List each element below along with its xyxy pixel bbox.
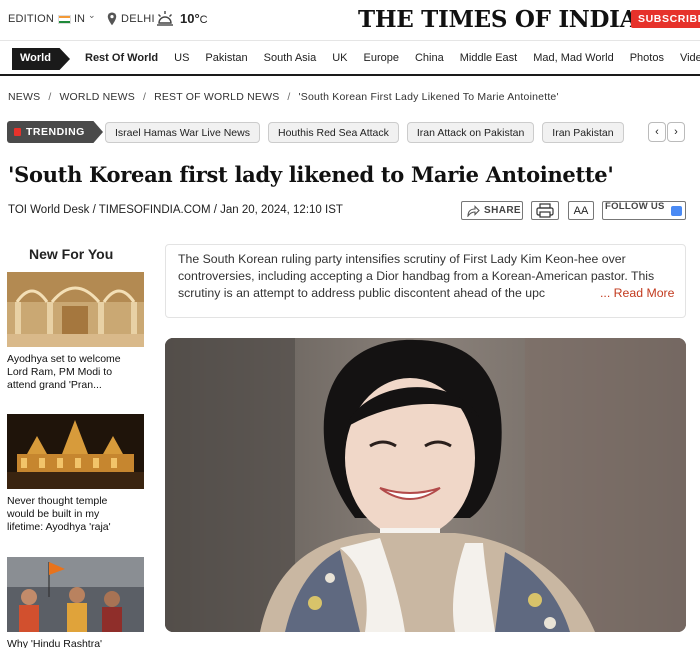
nav-item-middle-east[interactable]: Middle East (460, 52, 517, 64)
site-logo[interactable]: THE TIMES OF INDIA (358, 6, 637, 33)
nav-item-europe[interactable]: Europe (364, 52, 399, 64)
follow-label: FOLLOW US (605, 201, 665, 212)
article-summary: The South Korean ruling party intensifie… (165, 244, 686, 318)
breadcrumb: NEWS / WORLD NEWS / REST OF WORLD NEWS / 'Sout… (8, 91, 559, 103)
nav-items: Rest Of World US Pakistan South Asia UK Europ… (85, 52, 700, 64)
chevron-left-icon[interactable]: ‹ (648, 122, 666, 142)
article-headline: 'South Korean first lady likened to Mari… (8, 162, 614, 187)
nav-item-china[interactable]: China (415, 52, 444, 64)
story-title[interactable]: Ayodhya set to welcome Lord Ram, PM Modi… (7, 353, 137, 392)
google-news-icon (671, 206, 682, 216)
chevron-down-icon[interactable]: ⌄ (88, 10, 96, 21)
article-hero-image[interactable] (165, 338, 686, 632)
read-more-link[interactable]: ... Read More (598, 285, 675, 302)
print-button[interactable] (531, 201, 559, 220)
top-bar: EDITION IN ⌄ DELHI 10°C THE TIMES OF IND… (0, 0, 700, 40)
trending-text: TRENDING (26, 126, 85, 138)
article-byline: TOI World Desk / TIMESOFINDIA.COM / Jan … (8, 204, 343, 216)
section-nav: World Rest Of World US Pakistan South Asia U… (0, 40, 700, 76)
share-button[interactable]: SHARE (461, 201, 523, 220)
sidebar-story[interactable]: Never thought temple would be built in m… (7, 414, 144, 534)
story-thumbnail[interactable] (7, 414, 144, 489)
temperature: 10°C (180, 11, 208, 26)
story-title[interactable]: Why 'Hindu Rashtra' (7, 638, 137, 648)
chevron-right-icon[interactable]: › (667, 122, 685, 142)
india-flag-icon[interactable] (58, 15, 71, 24)
breadcrumb-world-news[interactable]: WORLD NEWS (59, 91, 135, 103)
sidebar-story[interactable]: Why 'Hindu Rashtra' (7, 557, 144, 648)
nav-item-photos[interactable]: Photos (630, 52, 664, 64)
breadcrumb-news[interactable]: NEWS (8, 91, 40, 103)
font-size-button[interactable]: AA (568, 201, 594, 220)
follow-us-button[interactable]: FOLLOW US (602, 201, 686, 220)
trending-pill[interactable]: Houthis Red Sea Attack (267, 122, 399, 143)
location-pin-icon (107, 12, 117, 26)
trending-pill[interactable]: Iran Pakistan (542, 122, 624, 143)
temperature-unit: C (199, 14, 208, 26)
share-icon (467, 205, 480, 217)
edition-label: EDITION (8, 13, 55, 25)
weather-icon (157, 11, 173, 26)
story-title[interactable]: Never thought temple would be built in m… (7, 495, 137, 534)
trending-pill[interactable]: Iran Attack on Pakistan (406, 122, 535, 143)
nav-item-videos[interactable]: Videos (680, 52, 700, 64)
edition-selector[interactable]: IN (74, 13, 85, 25)
story-thumbnail[interactable] (7, 272, 144, 347)
trending-label: TRENDING (7, 121, 103, 143)
temperature-value: 10° (180, 11, 200, 26)
nav-item-uk[interactable]: UK (332, 52, 347, 64)
nav-item-mad-mad-world[interactable]: Mad, Mad World (533, 52, 614, 64)
story-thumbnail[interactable] (7, 557, 144, 632)
nav-item-pakistan[interactable]: Pakistan (205, 52, 247, 64)
nav-item-south-asia[interactable]: South Asia (264, 52, 317, 64)
nav-item-us[interactable]: US (174, 52, 189, 64)
printer-icon (536, 203, 554, 218)
trending-list: Israel Hamas War Live News Houthis Red Se… (105, 122, 646, 143)
breadcrumb-current: 'South Korean First Lady Likened To Mari… (298, 91, 559, 103)
share-label: SHARE (484, 205, 522, 216)
city-label[interactable]: DELHI (121, 13, 155, 25)
subscribe-button[interactable]: SUBSCRIBE (631, 10, 700, 28)
new-for-you-title: New For You (29, 246, 114, 262)
nav-item-rest-of-world[interactable]: Rest Of World (85, 52, 158, 64)
trending-icon (14, 128, 21, 136)
breadcrumb-rest-of-world[interactable]: REST OF WORLD NEWS (154, 91, 279, 103)
sidebar-story[interactable]: Ayodhya set to welcome Lord Ram, PM Modi… (7, 272, 144, 392)
trending-pill[interactable]: Israel Hamas War Live News (105, 122, 260, 143)
nav-world[interactable]: World (12, 48, 70, 70)
